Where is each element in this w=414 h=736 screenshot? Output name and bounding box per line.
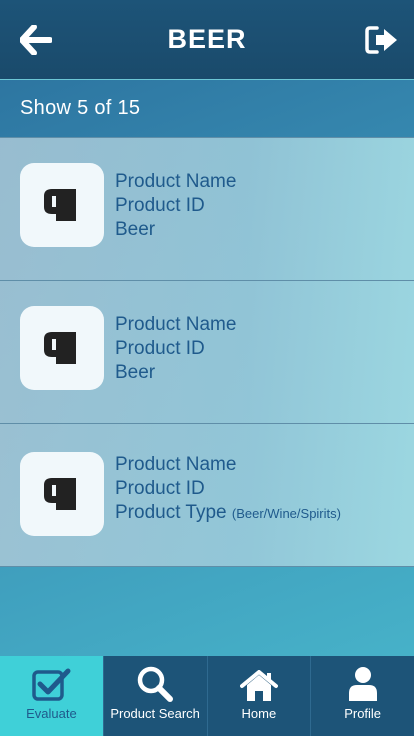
user-icon [348,667,377,701]
tab-label: Product Search [110,706,200,721]
product-name: Product Name [115,171,237,192]
sign-out-icon [365,26,397,54]
product-thumbnail [20,306,104,390]
product-type: Product Type [115,502,227,523]
product-type: Beer [115,362,156,383]
product-id: Product ID [115,195,205,216]
beer-mug-icon [44,189,76,221]
product-type-note: (Beer/Wine/Spirits) [231,506,341,521]
product-name: Product Name [115,314,237,335]
page-title: BEER [167,24,247,54]
product-name: Product Name [115,454,237,475]
checkbox-icon [32,668,71,701]
results-count: Show 5 of 15 [20,97,141,119]
list-item[interactable]: Product Name Product ID Beer [0,137,414,280]
bottom-tab-bar: Evaluate Product Search Home Profile [0,656,414,736]
list-item[interactable]: Product Name Product ID Beer [0,280,414,423]
tab-evaluate[interactable]: Evaluate [0,656,104,736]
home-icon [239,670,278,701]
logout-button[interactable] [364,22,400,58]
tab-label: Profile [344,706,382,721]
back-button[interactable] [18,22,54,58]
product-id: Product ID [115,338,205,359]
tab-home[interactable]: Home [208,656,312,736]
product-thumbnail [20,163,104,247]
beer-mug-icon [44,332,76,364]
product-list: Product Name Product ID Beer Product Nam… [0,137,414,567]
search-icon [137,666,174,702]
list-item[interactable]: Product Name Product ID Product Type (Be… [0,423,414,567]
product-type: Beer [115,219,156,240]
beer-mug-icon [44,478,76,510]
tab-label: Evaluate [26,706,77,721]
product-thumbnail [20,452,104,536]
product-id: Product ID [115,478,205,499]
tab-label: Home [241,706,277,721]
tab-product-search[interactable]: Product Search [104,656,208,736]
tab-profile[interactable]: Profile [311,656,414,736]
app-header: BEER [0,0,414,80]
arrow-left-icon [20,25,52,55]
